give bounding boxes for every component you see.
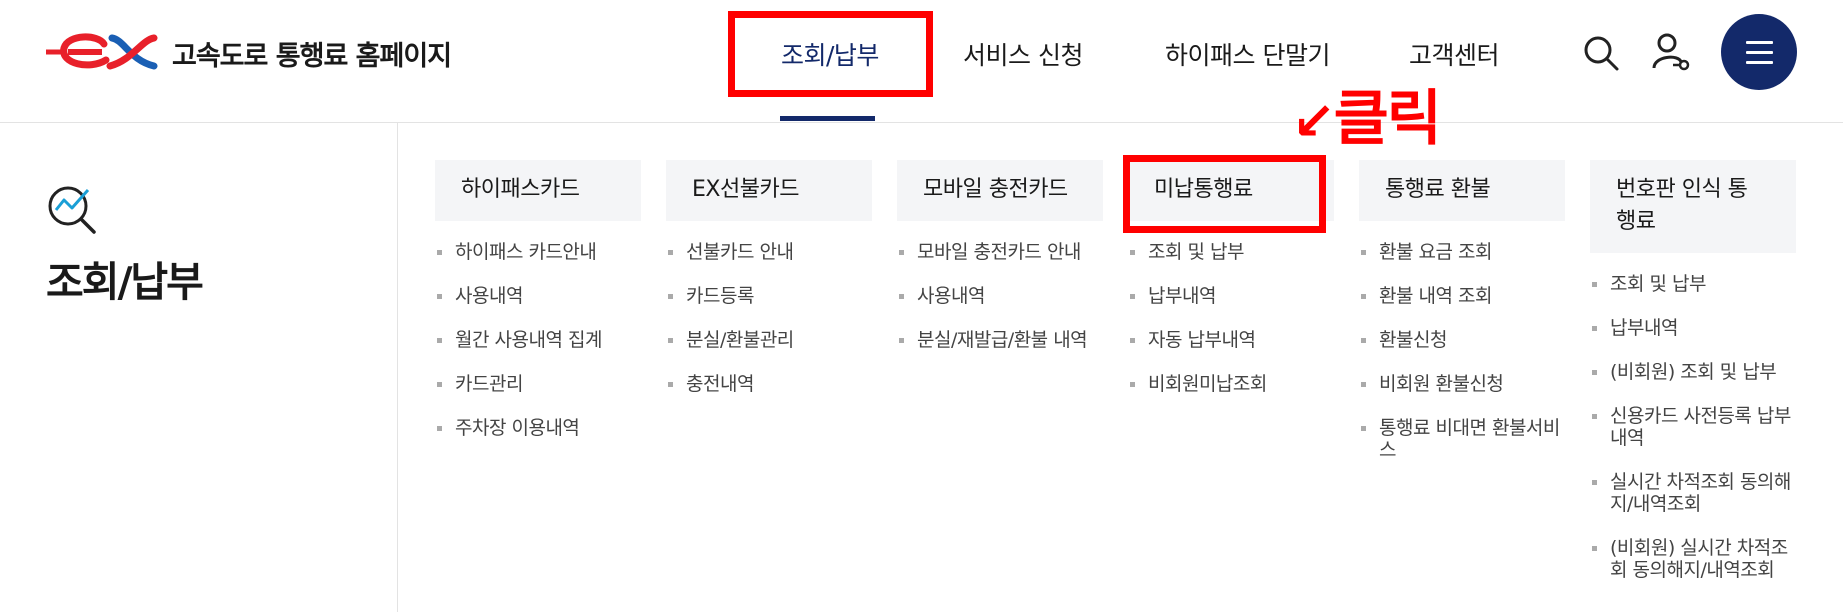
list-item[interactable]: 비회원 환불신청: [1359, 373, 1565, 395]
list-item[interactable]: 선불카드 안내: [666, 241, 872, 263]
ex-logo[interactable]: [46, 30, 160, 74]
list-item[interactable]: 납부내역: [1590, 317, 1796, 339]
list-item[interactable]: 조회 및 납부: [1128, 241, 1334, 263]
section-title: 조회/납부: [46, 258, 204, 306]
list-item[interactable]: 실시간 차적조회 동의해지/내역조회: [1590, 471, 1796, 515]
list-item[interactable]: 신용카드 사전등록 납부내역: [1590, 405, 1796, 449]
column-title[interactable]: 미납통행료: [1128, 160, 1334, 221]
site-title[interactable]: 고속도로 통행료 홈페이지: [172, 34, 452, 73]
nav-active-underline: [780, 116, 875, 121]
search-icon[interactable]: [1582, 34, 1620, 76]
site-header: 고속도로 통행료 홈페이지 조회/납부 서비스 신청 하이패스 단말기 고객센터: [0, 0, 1843, 123]
column-title[interactable]: 통행료 환불: [1359, 160, 1565, 221]
hamburger-menu-icon[interactable]: [1721, 14, 1797, 90]
menu-column-ex-prepaid-card: EX선불카드 선불카드 안내 카드등록 분실/환불관리 충전내역: [666, 160, 872, 417]
list-item[interactable]: 모바일 충전카드 안내: [897, 241, 1103, 263]
list-item[interactable]: 환불신청: [1359, 329, 1565, 351]
ex-logo-icon: [46, 33, 158, 70]
menu-column-mobile-card: 모바일 충전카드 모바일 충전카드 안내 사용내역 분실/재발급/환불 내역: [897, 160, 1103, 373]
list-item[interactable]: 카드등록: [666, 285, 872, 307]
list-item[interactable]: (비회원) 조회 및 납부: [1590, 361, 1796, 383]
list-item[interactable]: 월간 사용내역 집계: [435, 329, 641, 351]
column-title[interactable]: EX선불카드: [666, 160, 872, 221]
nav-item-service-apply[interactable]: 서비스 신청: [963, 36, 1083, 72]
list-item[interactable]: 납부내역: [1128, 285, 1334, 307]
menu-column-plate-recognition: 번호판 인식 통행료 조회 및 납부 납부내역 (비회원) 조회 및 납부 신용…: [1590, 160, 1796, 603]
list-item[interactable]: 충전내역: [666, 373, 872, 395]
list-item[interactable]: 환불 요금 조회: [1359, 241, 1565, 263]
nav-item-customer-center[interactable]: 고객센터: [1409, 36, 1500, 72]
list-item[interactable]: 카드관리: [435, 373, 641, 395]
magnify-chart-icon: [46, 184, 98, 240]
click-annotation: ↙클릭: [1292, 84, 1442, 157]
list-item[interactable]: 자동 납부내역: [1128, 329, 1334, 351]
list-item[interactable]: (비회원) 실시간 차적조회 동의해지/내역조회: [1590, 537, 1796, 581]
list-item[interactable]: 사용내역: [435, 285, 641, 307]
nav-item-hipass-terminal[interactable]: 하이패스 단말기: [1165, 36, 1330, 72]
list-item[interactable]: 하이패스 카드안내: [435, 241, 641, 263]
list-item[interactable]: 사용내역: [897, 285, 1103, 307]
list-item[interactable]: 비회원미납조회: [1128, 373, 1334, 395]
menu-column-hipass-card: 하이패스카드 하이패스 카드안내 사용내역 월간 사용내역 집계 카드관리 주차…: [435, 160, 641, 461]
menu-column-toll-refund: 통행료 환불 환불 요금 조회 환불 내역 조회 환불신청 비회원 환불신청 통…: [1359, 160, 1565, 483]
column-title[interactable]: 하이패스카드: [435, 160, 641, 221]
menu-column-unpaid-toll: 미납통행료 조회 및 납부 납부내역 자동 납부내역 비회원미납조회: [1128, 160, 1334, 417]
list-item[interactable]: 조회 및 납부: [1590, 273, 1796, 295]
nav-item-inquiry-payment[interactable]: 조회/납부: [781, 36, 879, 72]
list-item[interactable]: 분실/재발급/환불 내역: [897, 329, 1103, 351]
list-item[interactable]: 환불 내역 조회: [1359, 285, 1565, 307]
arrow-down-left-icon: ↙: [1292, 92, 1336, 152]
column-title[interactable]: 번호판 인식 통행료: [1590, 160, 1796, 253]
section-divider: [397, 123, 398, 612]
user-key-icon[interactable]: [1651, 32, 1691, 76]
list-item[interactable]: 주차장 이용내역: [435, 417, 641, 439]
list-item[interactable]: 분실/환불관리: [666, 329, 872, 351]
annotation-text: 클릭: [1333, 84, 1442, 154]
column-title[interactable]: 모바일 충전카드: [897, 160, 1103, 221]
list-item[interactable]: 통행료 비대면 환불서비스: [1359, 417, 1565, 461]
